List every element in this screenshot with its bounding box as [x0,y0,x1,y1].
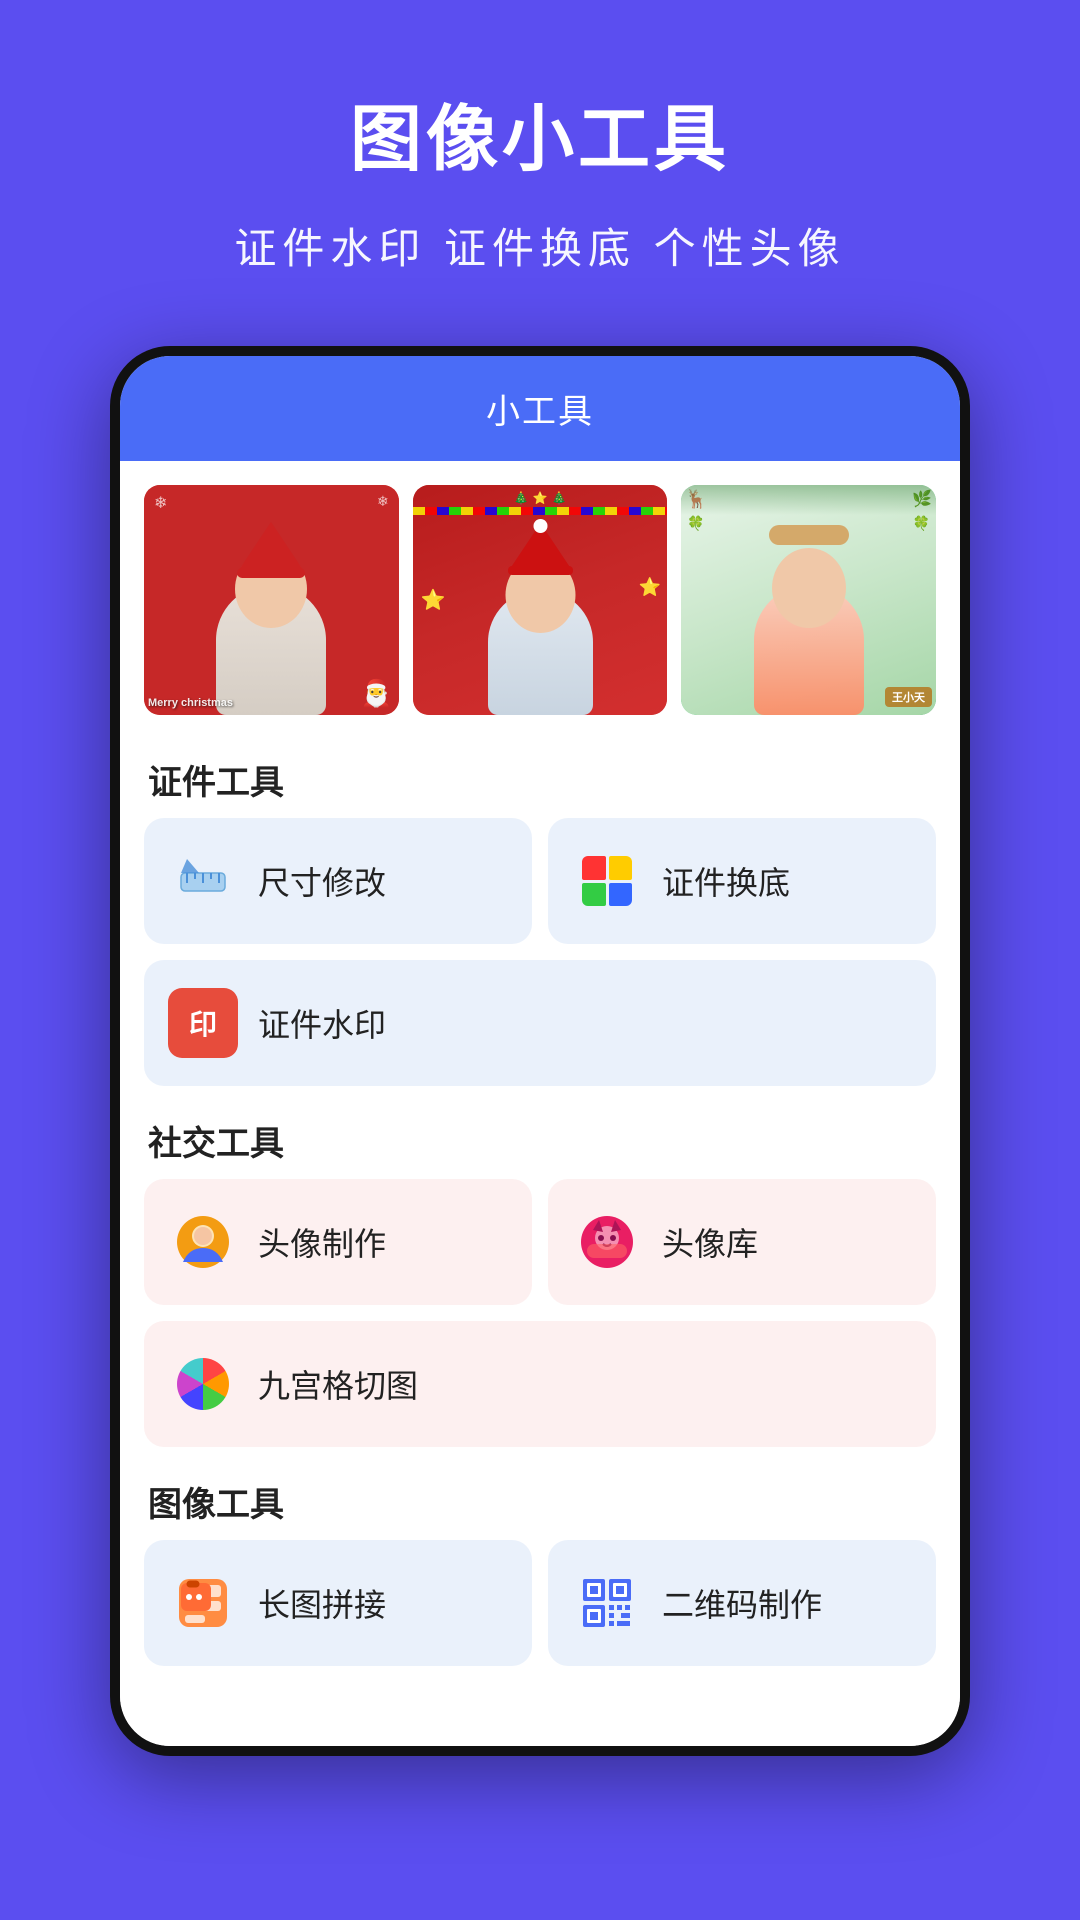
avatar-make-card[interactable]: 头像制作 [144,1179,532,1305]
image-tools-grid: 长图拼接 [120,1540,960,1676]
avatar-lib-card[interactable]: 头像库 [548,1179,936,1305]
grid-cut-card[interactable]: 九宫格切图 [144,1321,936,1447]
cert-tools-grid: 尺寸修改 证件换底 [120,818,960,1096]
subtitle: 证件水印 证件换底 个性头像 [40,215,1040,276]
ruler-icon [168,846,238,916]
app-bar-title: 小工具 [486,393,594,431]
phone-mockup: 小工具 � [110,346,970,1756]
avatar-lib-icon [572,1207,642,1277]
stamp-icon: 印 [168,988,238,1058]
main-title: 图像小工具 [40,80,1040,185]
grid-cut-label: 九宫格切图 [258,1361,418,1407]
banner-3[interactable]: 🦌 🌿 王小天 🍀 [681,485,936,715]
long-image-card[interactable]: 长图拼接 [144,1540,532,1666]
long-image-icon [168,1568,238,1638]
section-social-label: 社交工具 [120,1096,960,1179]
shutter-icon [168,1349,238,1419]
phone-screen: 小工具 � [120,356,960,1746]
banner-strip: 🎅 ❄ ❄ Merry christmas 🎄 ⭐ [120,461,960,735]
avatar-make-label: 头像制作 [258,1219,386,1265]
banner-1[interactable]: 🎅 ❄ ❄ Merry christmas [144,485,399,715]
phone-content: 🎅 ❄ ❄ Merry christmas 🎄 ⭐ [120,461,960,1746]
long-image-label: 长图拼接 [258,1580,386,1626]
size-modify-card[interactable]: 尺寸修改 [144,818,532,944]
app-bar: 小工具 [120,356,960,461]
bg-change-label: 证件换底 [662,858,790,904]
merry-christmas-text: Merry christmas [148,697,233,709]
avatar-make-icon [168,1207,238,1277]
banner-2[interactable]: 🎄 ⭐ 🎄 [413,485,668,715]
header: 图像小工具 证件水印 证件换底 个性头像 [0,0,1080,316]
watermark-card[interactable]: 印 证件水印 [144,960,936,1086]
colorblock-icon [572,846,642,916]
bg-change-card[interactable]: 证件换底 [548,818,936,944]
section-cert-label: 证件工具 [120,735,960,818]
social-tools-grid: 头像制作 [120,1179,960,1457]
qr-make-label: 二维码制作 [662,1580,822,1626]
watermark-label: 证件水印 [258,1000,386,1046]
qr-icon [572,1568,642,1638]
avatar-lib-label: 头像库 [662,1219,758,1265]
size-modify-label: 尺寸修改 [258,858,386,904]
section-image-label: 图像工具 [120,1457,960,1540]
name-badge: 王小天 [885,687,932,707]
qr-make-card[interactable]: 二维码制作 [548,1540,936,1666]
